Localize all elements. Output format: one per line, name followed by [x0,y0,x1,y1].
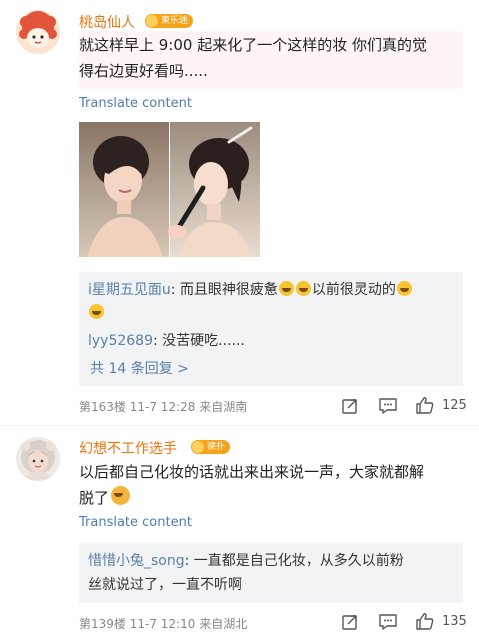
user-photo-avatar-icon [16,437,60,481]
reply-username[interactable]: 惜惜小兔_song [88,553,185,569]
reply-separator: : [184,553,194,569]
reply-1-continuation [88,302,105,324]
badge-icon [192,441,204,453]
crying-emoji-icon [278,281,294,296]
crying-emoji-icon [89,304,104,319]
badge-icon [146,15,158,27]
reply-separator: : [153,333,163,349]
floor-number: 第163楼 [79,400,126,414]
like-count: 125 [442,398,467,413]
like-icon[interactable] [415,396,435,415]
fan-badge[interactable]: 德扑 [191,440,231,454]
reply-username[interactable]: lyy52689 [88,333,153,349]
reply-1[interactable]: 惜惜小兔_song: 一直都是自己化妆，从多久以前粉 [88,550,404,572]
crying-emoji-icon [295,281,311,296]
more-replies-link[interactable]: 共 14 条回复 > [90,358,189,378]
laughing-emoji-icon [111,486,131,505]
comment-text-line-2: 得右边更好看吗..... [79,62,208,80]
comment-meta: 第163楼 11-7 12:28 来自湖南 [79,398,247,415]
floor-number: 第139楼 [79,617,126,631]
comment-icon[interactable] [378,397,398,415]
username[interactable]: 幻想不工作选手 [79,438,177,458]
photo-image [79,122,260,257]
reply-text: 一直都是自己化妆，从多久以前粉 [193,553,404,569]
translate-link[interactable]: Translate content [79,96,192,111]
like-icon[interactable] [415,612,435,631]
reply-separator: : [170,282,180,298]
comment-text-line-1: 以后都自己化妆的话就出来出来说一声，大家就都解 [79,463,425,481]
avatar[interactable] [16,437,60,481]
share-icon[interactable] [341,397,359,415]
fan-badge[interactable]: 柬乐迷 [145,14,194,28]
comment-text: 脱了 [79,489,110,507]
badge-label: 德扑 [207,442,226,452]
comment-text-line-2: 脱了 [79,485,131,511]
reply-1-continuation: 丝就说过了，一直不听啊 [88,577,242,593]
avatar[interactable] [16,10,60,54]
timestamp: 11-7 12:10 [129,617,196,631]
reply-text: 没苦硬吃...... [162,333,245,349]
divider [0,425,479,426]
reply-text-2: 以前很灵动的 [311,282,396,298]
translate-link[interactable]: Translate content [79,515,192,530]
reply-1[interactable]: i星期五见面u: 而且眼神很疲惫 以前很灵动的 [88,279,413,301]
attached-photo[interactable] [79,122,260,257]
like-count: 135 [442,614,467,629]
cartoon-avatar-icon [16,10,60,54]
username[interactable]: 桃岛仙人 [79,12,135,32]
comment-meta: 第139楼 11-7 12:10 来自湖北 [79,615,247,632]
comment-icon[interactable] [378,613,398,631]
share-icon[interactable] [341,613,359,631]
reply-text: 而且眼神很疲惫 [179,282,278,298]
crying-emoji-icon [396,281,412,296]
badge-label: 柬乐迷 [161,16,189,26]
location: 来自湖北 [199,617,248,631]
reply-username[interactable]: i星期五见面u [88,282,171,298]
timestamp: 11-7 12:28 [129,400,196,414]
location: 来自湖南 [199,400,248,414]
reply-2[interactable]: lyy52689: 没苦硬吃...... [88,330,245,352]
comment-text-line-1: 就这样早上 9:00 起来化了一个这样的妆 你们真的觉 [79,36,427,54]
